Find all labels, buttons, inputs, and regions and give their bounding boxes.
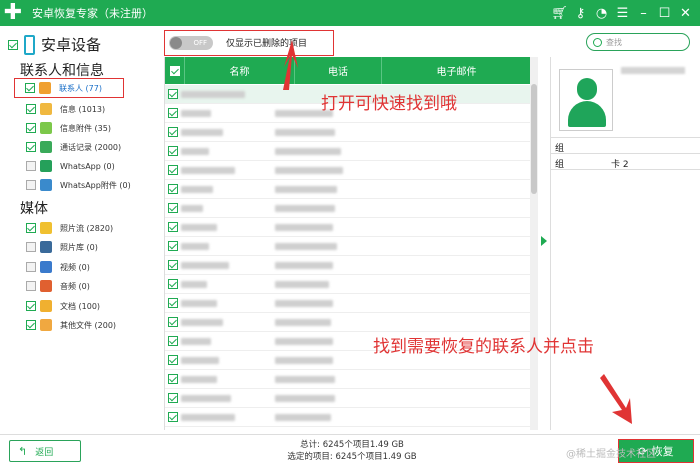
totals: 总计: 6245个项目1.49 GB 选定的项目: 6245个项目1.49 GB [262,439,442,463]
arrow-down-right-icon [600,374,632,424]
watermark: @稀土掘金技术社区 [566,449,656,460]
back-label: 返回 [35,447,54,458]
annotation-bottom: 找到需要恢复的联系人并点击 [373,337,594,357]
back-button[interactable]: ↰ 返回 [9,440,81,462]
selected-text: 选定的项目: 6245个项目1.49 GB [287,452,417,462]
back-arrow-icon: ↰ [18,444,28,458]
annotation-arrows [283,40,632,424]
total-text: 总计: 6245个项目1.49 GB [300,440,404,450]
annotation-top: 打开可快速找到哦 [321,94,457,114]
arrow-up-icon [283,40,298,90]
